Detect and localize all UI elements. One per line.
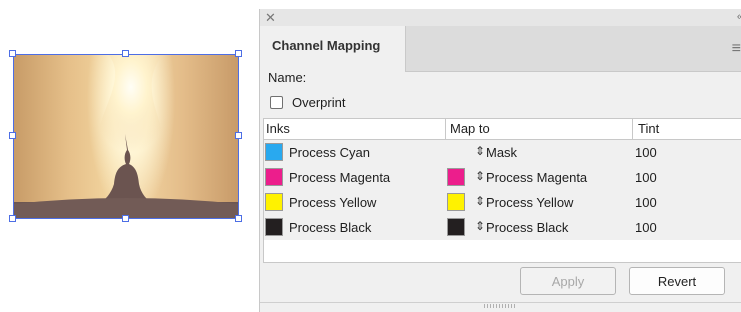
resize-handle-top-right[interactable] <box>235 50 242 57</box>
panel-bottom-divider <box>260 302 741 303</box>
resize-handle-left[interactable] <box>9 132 16 139</box>
map-swatch <box>447 168 465 186</box>
resize-handle-bottom-left[interactable] <box>9 215 16 222</box>
panel-tab-bar: Channel Mapping ≡ <box>260 26 741 72</box>
ink-swatch <box>265 193 283 211</box>
ink-swatch <box>265 168 283 186</box>
map-to-value[interactable]: Mask <box>486 145 517 160</box>
name-label: Name: <box>268 70 307 85</box>
map-to-value[interactable]: Process Yellow <box>486 195 573 210</box>
overprint-option[interactable]: Overprint <box>270 95 345 110</box>
updown-arrows-icon[interactable]: ⇕ <box>475 194 485 208</box>
tint-value[interactable]: 100 <box>635 170 657 185</box>
collapse-icon[interactable]: « <box>737 10 741 25</box>
ink-name: Process Cyan <box>289 145 370 160</box>
map-to-value[interactable]: Process Magenta <box>486 170 587 185</box>
resize-handle-top-left[interactable] <box>9 50 16 57</box>
tint-value[interactable]: 100 <box>635 220 657 235</box>
col-header-inks[interactable]: Inks <box>266 121 290 136</box>
ink-swatch <box>265 218 283 236</box>
channel-mapping-panel: ✕ « Channel Mapping ≡ Name: Overprint In… <box>259 9 741 312</box>
resize-handle-top[interactable] <box>122 50 129 57</box>
col-header-map-to[interactable]: Map to <box>450 121 490 136</box>
channel-table: Inks Map to Tint Process Cyan ⇕ Mask 100… <box>263 118 741 263</box>
table-header: Inks Map to Tint <box>264 119 741 140</box>
ink-name: Process Magenta <box>289 170 391 185</box>
updown-arrows-icon[interactable]: ⇕ <box>475 144 485 158</box>
updown-arrows-icon[interactable]: ⇕ <box>475 169 485 183</box>
panel-menu-icon[interactable]: ≡ <box>732 40 741 58</box>
map-swatch <box>447 193 465 211</box>
overprint-label: Overprint <box>292 95 346 110</box>
resize-grip-icon[interactable] <box>484 304 516 308</box>
resize-handle-right[interactable] <box>235 132 242 139</box>
resize-handle-bottom-right[interactable] <box>235 215 242 222</box>
col-header-tint[interactable]: Tint <box>638 121 659 136</box>
table-row[interactable]: Process Black ⇕ Process Black 100 <box>264 215 741 240</box>
revert-button[interactable]: Revert <box>629 267 725 295</box>
ink-name: Process Black <box>289 220 372 235</box>
tint-value[interactable]: 100 <box>635 195 657 210</box>
map-swatch <box>447 218 465 236</box>
overprint-checkbox[interactable] <box>270 96 283 109</box>
table-row[interactable]: Process Cyan ⇕ Mask 100 <box>264 140 741 165</box>
table-row[interactable]: Process Yellow ⇕ Process Yellow 100 <box>264 190 741 215</box>
table-body: Process Cyan ⇕ Mask 100 Process Magenta … <box>264 140 741 240</box>
map-to-value[interactable]: Process Black <box>486 220 568 235</box>
tab-channel-mapping[interactable]: Channel Mapping <box>260 26 406 72</box>
panel-title-bar[interactable]: ✕ « <box>260 9 741 26</box>
tint-value[interactable]: 100 <box>635 145 657 160</box>
apply-button[interactable]: Apply <box>520 267 616 295</box>
resize-handle-bottom[interactable] <box>122 215 129 222</box>
ink-swatch <box>265 143 283 161</box>
updown-arrows-icon[interactable]: ⇕ <box>475 219 485 233</box>
selected-image[interactable] <box>9 50 242 222</box>
table-row[interactable]: Process Magenta ⇕ Process Magenta 100 <box>264 165 741 190</box>
candle-silhouette-photo <box>13 54 239 219</box>
ink-name: Process Yellow <box>289 195 377 210</box>
close-icon[interactable]: ✕ <box>265 10 276 25</box>
